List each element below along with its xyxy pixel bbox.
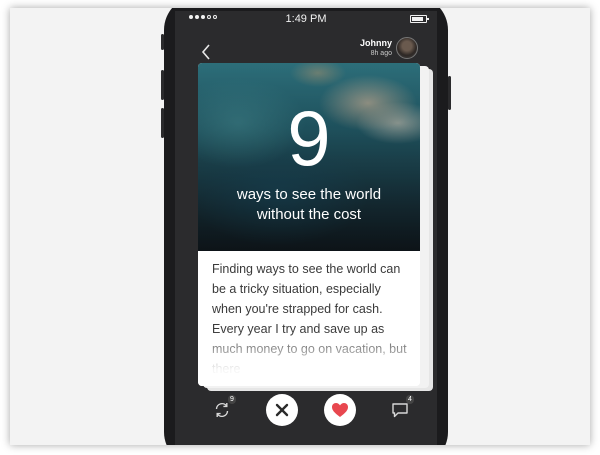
phone-device: 1:49 PM Johnny 8h ago 9 ways to see the … (161, 8, 451, 445)
article-card[interactable]: 9 ways to see the world without the cost… (198, 63, 420, 386)
heart-icon (332, 403, 348, 417)
article-headline: ways to see the world without the cost (198, 185, 420, 225)
screenshot-frame: 1:49 PM Johnny 8h ago 9 ways to see the … (10, 8, 590, 445)
post-time: 8h ago (370, 50, 392, 57)
like-button[interactable] (324, 394, 356, 426)
reshare-button[interactable]: 9 (209, 395, 236, 423)
headline-line-1: ways to see the world (236, 186, 382, 203)
status-bar: 1:49 PM (175, 11, 437, 29)
volume-down-button (161, 108, 164, 138)
comment-count-badge: 4 (406, 395, 414, 404)
phone-screen: 1:49 PM Johnny 8h ago 9 ways to see the … (175, 11, 437, 445)
excerpt-fade (198, 331, 420, 386)
mute-switch (161, 34, 164, 50)
battery-icon (410, 15, 429, 23)
refresh-icon (215, 402, 229, 418)
author-info: Johnny 8h ago (360, 38, 392, 57)
headline-line-2: without the cost (256, 206, 362, 223)
volume-up-button (161, 70, 164, 100)
article-number: 9 (287, 94, 331, 182)
reshare-count-badge: 9 (228, 395, 236, 404)
power-button (448, 76, 451, 110)
dismiss-button[interactable] (266, 394, 298, 426)
close-icon (275, 403, 289, 417)
avatar[interactable] (396, 37, 418, 59)
comment-button[interactable]: 4 (387, 395, 414, 423)
chevron-left-icon (201, 44, 210, 60)
back-button[interactable] (197, 41, 215, 63)
comment-icon (392, 402, 408, 417)
author-name: Johnny (359, 38, 392, 48)
status-time: 1:49 PM (285, 13, 327, 25)
